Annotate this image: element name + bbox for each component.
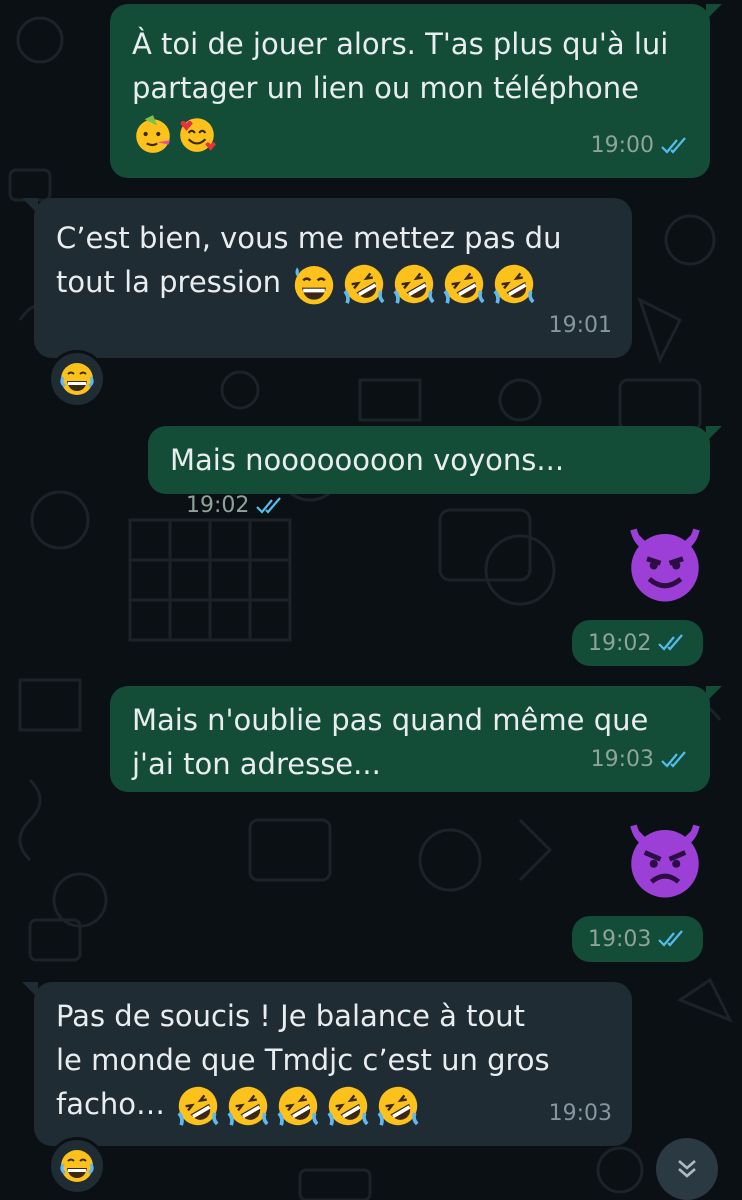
rolling-laughing-face-icon	[377, 1086, 419, 1126]
message-meta: 19:03	[591, 738, 690, 782]
bubble-tail	[706, 686, 722, 702]
smiling-face-with-hearts-icon	[180, 118, 216, 152]
message-text-line: Pas de soucis ! Je balance à tout	[56, 999, 526, 1033]
message-meta: 19:02	[572, 620, 704, 666]
double-chevron-down-icon	[678, 1160, 696, 1178]
rolling-laughing-face-icon	[227, 1086, 269, 1126]
message-time: 19:02	[186, 493, 250, 518]
message-text-line: Mais n'oublie pas quand même que	[132, 703, 649, 737]
partying-face-icon	[136, 115, 170, 153]
message-text-line: C’est bien, vous me mettez pas du	[56, 221, 562, 255]
smiling-face-with-horns-icon[interactable]	[620, 516, 710, 606]
chat-thread: À toi de jouer alors. T'as plus qu'à lui…	[0, 0, 742, 1200]
double-check-read-icon	[658, 634, 684, 651]
message-bubble-outgoing[interactable]: À toi de jouer alors. T'as plus qu'à lui…	[110, 4, 722, 178]
message-emojis	[132, 113, 218, 155]
bubble-tail	[706, 4, 722, 20]
message-meta: 19:00	[591, 124, 690, 168]
face-with-tears-of-joy-icon	[60, 1150, 94, 1182]
grinning-sweat-face-icon	[295, 266, 334, 305]
bubble-tail	[706, 426, 722, 442]
bubble-tail	[22, 198, 38, 214]
rolling-laughing-face-icon	[393, 264, 435, 304]
rolling-laughing-face-icon	[443, 264, 485, 304]
message-time: 19:03	[588, 926, 652, 952]
double-check-read-icon	[256, 497, 282, 514]
message-text-line: le monde que Tmdjc c’est un gros	[56, 1043, 550, 1077]
message-time: 19:00	[590, 133, 654, 158]
rolling-laughing-face-icon	[343, 264, 385, 304]
scroll-to-bottom-button[interactable]	[656, 1138, 718, 1200]
message-meta: 19:03	[549, 1092, 612, 1136]
message-bubble-incoming[interactable]: C’est bien, vous me mettez pas du tout l…	[22, 198, 632, 358]
message-time: 19:03	[548, 1101, 612, 1126]
rolling-laughing-face-icon	[177, 1086, 219, 1126]
double-check-read-icon	[658, 930, 684, 947]
double-check-read-icon	[661, 751, 686, 768]
message-reaction[interactable]	[48, 350, 106, 408]
message-emojis	[174, 1082, 422, 1130]
message-time: 19:01	[548, 313, 612, 338]
message-reaction[interactable]	[48, 1137, 106, 1195]
message-time: 19:02	[588, 630, 652, 656]
message-bubble-incoming[interactable]: Pas de soucis ! Je balance à tout le mon…	[22, 982, 632, 1146]
message-text-line: partager un lien ou mon téléphone	[132, 71, 639, 105]
message-bubble-outgoing[interactable]: Mais noooooooon voyons... 19:02	[148, 426, 722, 518]
message-text-line: facho…	[56, 1087, 166, 1121]
message-text-line: tout la pression	[56, 265, 282, 299]
double-check-read-icon	[661, 137, 686, 154]
face-with-tears-of-joy-icon	[60, 363, 94, 395]
message-time: 19:03	[590, 747, 654, 772]
message-text: Mais noooooooon voyons...	[170, 443, 565, 477]
rolling-laughing-face-icon	[493, 264, 535, 304]
message-emojis	[290, 260, 538, 308]
message-text-line: À toi de jouer alors. T'as plus qu'à lui	[132, 27, 669, 61]
message-bubble-outgoing[interactable]: Mais n'oublie pas quand même que j'ai to…	[110, 686, 722, 792]
bubble-tail	[22, 982, 38, 998]
angry-face-with-horns-icon[interactable]	[620, 812, 710, 902]
message-meta: 19:01	[549, 304, 612, 348]
rolling-laughing-face-icon	[327, 1086, 369, 1126]
rolling-laughing-face-icon	[277, 1086, 319, 1126]
message-meta: 19:03	[572, 916, 704, 962]
message-meta: 19:02	[186, 484, 285, 528]
